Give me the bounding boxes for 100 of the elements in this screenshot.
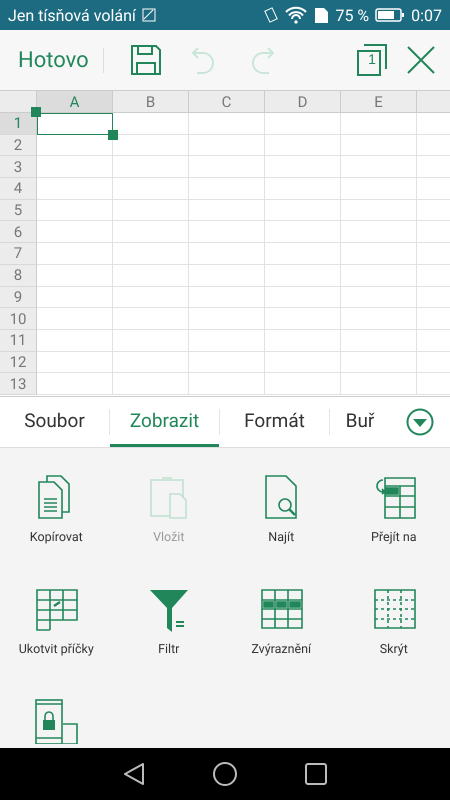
- table-cell[interactable]: [37, 373, 113, 395]
- ribbon-tab[interactable]: Soubor: [0, 397, 109, 447]
- table-cell[interactable]: [265, 134, 341, 156]
- recents-icon[interactable]: [304, 762, 328, 786]
- table-cell[interactable]: [189, 308, 265, 330]
- tool-button[interactable]: Zvýraznění: [225, 586, 338, 657]
- table-cell[interactable]: [265, 330, 341, 352]
- table-cell[interactable]: [37, 178, 113, 200]
- row-header[interactable]: 7: [0, 243, 37, 265]
- table-cell[interactable]: [113, 352, 189, 374]
- row-header[interactable]: 13: [0, 373, 37, 395]
- table-cell[interactable]: [37, 308, 113, 330]
- table-cell[interactable]: [341, 373, 417, 395]
- column-header[interactable]: D: [265, 91, 341, 113]
- table-cell[interactable]: [265, 243, 341, 265]
- tool-button[interactable]: Ukotvit příčky: [0, 586, 112, 657]
- table-cell[interactable]: [265, 156, 341, 178]
- table-cell[interactable]: [265, 221, 341, 244]
- ribbon-tab[interactable]: Formát: [220, 397, 329, 447]
- done-button[interactable]: Hotovo: [18, 48, 104, 72]
- table-cell[interactable]: [341, 308, 417, 330]
- row-header[interactable]: 11: [0, 330, 37, 352]
- table-cell[interactable]: [113, 178, 189, 200]
- table-cell[interactable]: [189, 264, 265, 286]
- table-cell[interactable]: [113, 221, 189, 244]
- table-cell[interactable]: [265, 308, 341, 330]
- table-cell[interactable]: [113, 264, 189, 286]
- table-cell[interactable]: [265, 178, 341, 200]
- table-cell[interactable]: [341, 221, 417, 244]
- table-cell[interactable]: [113, 243, 189, 265]
- table-cell[interactable]: [189, 286, 265, 308]
- table-cell[interactable]: [341, 352, 417, 374]
- table-cell[interactable]: [113, 308, 189, 330]
- row-header[interactable]: 8: [0, 264, 37, 286]
- table-cell[interactable]: [189, 221, 265, 244]
- table-cell[interactable]: [189, 113, 265, 135]
- ribbon-tab[interactable]: Buř: [330, 397, 390, 447]
- table-cell[interactable]: [341, 134, 417, 156]
- row-header[interactable]: 3: [0, 156, 37, 178]
- selected-cell[interactable]: [37, 113, 113, 135]
- row-header[interactable]: 12: [0, 352, 37, 374]
- table-cell[interactable]: [341, 286, 417, 308]
- table-cell[interactable]: [37, 330, 113, 352]
- table-cell[interactable]: [265, 286, 341, 308]
- tool-button[interactable]: Skrýt: [338, 586, 450, 657]
- selection-handle[interactable]: [31, 107, 41, 117]
- table-cell[interactable]: [189, 178, 265, 200]
- table-cell[interactable]: [37, 156, 113, 178]
- tool-button[interactable]: Kopírovat: [0, 474, 112, 545]
- row-header[interactable]: 5: [0, 200, 37, 222]
- table-cell[interactable]: [341, 156, 417, 178]
- table-cell[interactable]: [37, 221, 113, 244]
- table-cell[interactable]: [113, 330, 189, 352]
- table-cell[interactable]: [113, 200, 189, 222]
- table-cell[interactable]: [113, 373, 189, 395]
- back-icon[interactable]: [122, 761, 146, 787]
- table-cell[interactable]: [113, 134, 189, 156]
- table-cell[interactable]: [37, 352, 113, 374]
- row-header[interactable]: 2: [0, 134, 37, 156]
- table-cell[interactable]: [341, 200, 417, 222]
- ribbon-tab[interactable]: Zobrazit: [110, 397, 219, 447]
- table-cell[interactable]: [189, 156, 265, 178]
- tool-button[interactable]: Přejít na: [338, 474, 450, 545]
- table-cell[interactable]: [37, 264, 113, 286]
- table-cell[interactable]: [189, 243, 265, 265]
- save-icon[interactable]: [130, 44, 162, 76]
- table-cell[interactable]: [113, 156, 189, 178]
- table-cell[interactable]: [265, 200, 341, 222]
- table-cell[interactable]: [189, 330, 265, 352]
- spreadsheet-grid[interactable]: A B C D E 1 2 3 4 5 6 7 8 9 10 11 12 13: [0, 91, 450, 397]
- row-header[interactable]: 9: [0, 286, 37, 308]
- row-header[interactable]: 1: [0, 113, 37, 135]
- home-icon[interactable]: [212, 761, 238, 787]
- table-cell[interactable]: [189, 134, 265, 156]
- table-cell[interactable]: [341, 264, 417, 286]
- table-cell[interactable]: [341, 178, 417, 200]
- column-header[interactable]: B: [113, 91, 189, 113]
- table-cell[interactable]: [37, 243, 113, 265]
- table-cell[interactable]: [37, 200, 113, 222]
- table-cell[interactable]: [265, 352, 341, 374]
- column-header[interactable]: C: [189, 91, 265, 113]
- table-cell[interactable]: [37, 286, 113, 308]
- table-cell[interactable]: [341, 113, 417, 135]
- table-cell[interactable]: [113, 286, 189, 308]
- column-header[interactable]: A: [37, 91, 113, 113]
- table-cell[interactable]: [189, 200, 265, 222]
- table-cell[interactable]: [189, 373, 265, 395]
- row-header[interactable]: 6: [0, 221, 37, 244]
- row-header[interactable]: 10: [0, 308, 37, 330]
- row-header[interactable]: 4: [0, 178, 37, 200]
- tool-button[interactable]: Filtr: [112, 586, 225, 657]
- selection-handle[interactable]: [108, 130, 118, 140]
- table-cell[interactable]: [341, 243, 417, 265]
- tool-button[interactable]: Najít: [225, 474, 338, 545]
- close-icon[interactable]: [406, 45, 436, 75]
- table-cell[interactable]: [265, 264, 341, 286]
- table-cell[interactable]: [189, 352, 265, 374]
- table-cell[interactable]: [265, 373, 341, 395]
- column-header[interactable]: E: [341, 91, 417, 113]
- table-cell[interactable]: [341, 330, 417, 352]
